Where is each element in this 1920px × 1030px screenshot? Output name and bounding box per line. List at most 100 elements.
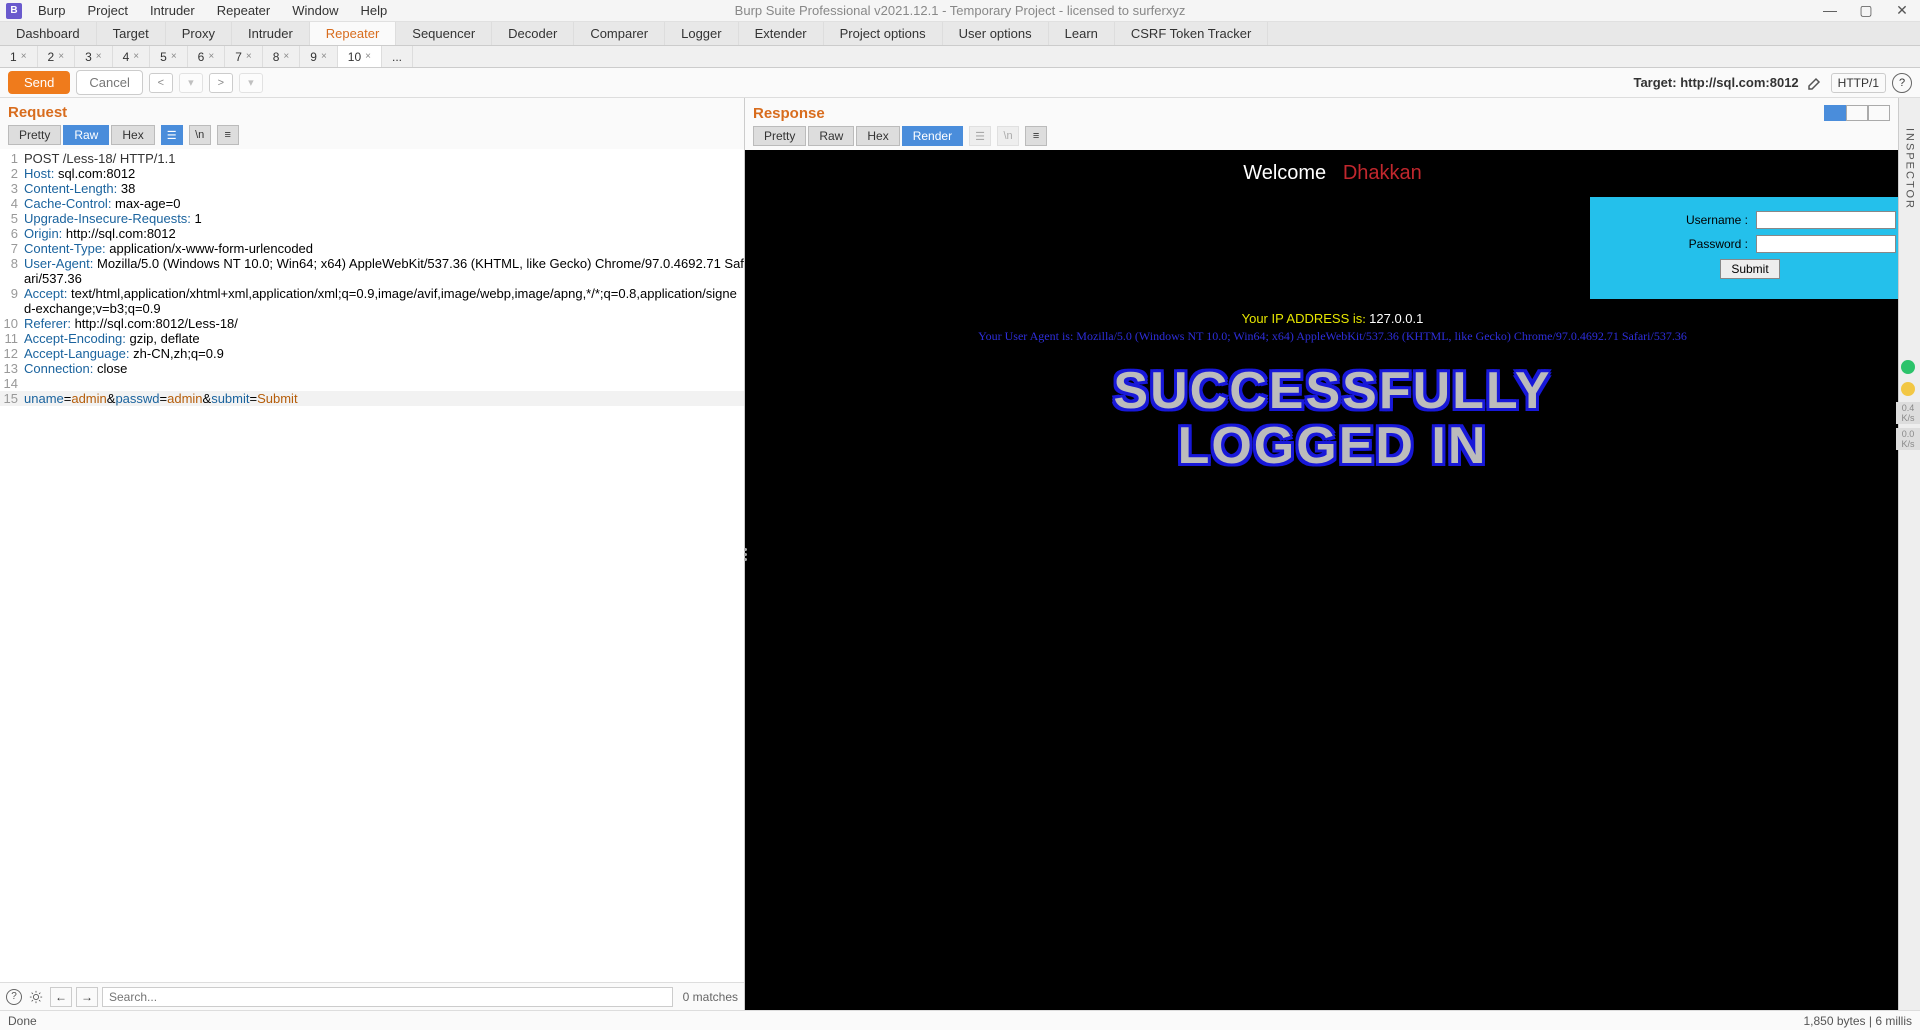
repeater-tab-1[interactable]: 1 ×: [0, 46, 38, 67]
minimize-icon[interactable]: —: [1812, 2, 1848, 19]
maximize-icon[interactable]: ▢: [1848, 2, 1884, 19]
request-line[interactable]: 13Connection: close: [0, 361, 744, 376]
main-tab-proxy[interactable]: Proxy: [166, 22, 232, 45]
request-line[interactable]: 7Content-Type: application/x-www-form-ur…: [0, 241, 744, 256]
request-line[interactable]: 9Accept: text/html,application/xhtml+xml…: [0, 286, 744, 316]
request-view-pretty[interactable]: Pretty: [8, 125, 61, 145]
request-newline-icon[interactable]: \n: [189, 125, 211, 145]
repeater-tab-8[interactable]: 8 ×: [263, 46, 301, 67]
main-tab-comparer[interactable]: Comparer: [574, 22, 665, 45]
close-tab-icon[interactable]: ×: [321, 51, 327, 62]
close-icon[interactable]: ✕: [1884, 2, 1920, 19]
close-tab-icon[interactable]: ×: [283, 51, 289, 62]
search-prev-button[interactable]: ←: [50, 987, 72, 1007]
layout-split-vertical-icon[interactable]: [1824, 105, 1846, 121]
response-actions-icon: ☰: [969, 126, 991, 146]
repeater-tab-10[interactable]: 10 ×: [338, 46, 382, 67]
request-line[interactable]: 10Referer: http://sql.com:8012/Less-18/: [0, 316, 744, 331]
close-tab-icon[interactable]: ×: [21, 51, 27, 62]
main-tab-project-options[interactable]: Project options: [824, 22, 943, 45]
close-tab-icon[interactable]: ×: [246, 51, 252, 62]
request-view-raw[interactable]: Raw: [63, 125, 109, 145]
repeater-tab-9[interactable]: 9 ×: [300, 46, 338, 67]
main-tab-target[interactable]: Target: [97, 22, 166, 45]
repeater-tab-4[interactable]: 4 ×: [113, 46, 151, 67]
main-tab-dashboard[interactable]: Dashboard: [0, 22, 97, 45]
response-menu-icon[interactable]: ≡: [1025, 126, 1047, 146]
request-line[interactable]: 6Origin: http://sql.com:8012: [0, 226, 744, 241]
request-line[interactable]: 11Accept-Encoding: gzip, deflate: [0, 331, 744, 346]
close-tab-icon[interactable]: ×: [365, 51, 371, 62]
main-tab-sequencer[interactable]: Sequencer: [396, 22, 492, 45]
request-line[interactable]: 2Host: sql.com:8012: [0, 166, 744, 181]
main-tab-logger[interactable]: Logger: [665, 22, 738, 45]
repeater-tab-6[interactable]: 6 ×: [188, 46, 226, 67]
response-view-render[interactable]: Render: [902, 126, 963, 146]
response-view-hex[interactable]: Hex: [856, 126, 899, 146]
close-tab-icon[interactable]: ×: [58, 51, 64, 62]
search-settings-icon[interactable]: [26, 987, 46, 1007]
request-line[interactable]: 12Accept-Language: zh-CN,zh;q=0.9: [0, 346, 744, 361]
send-button[interactable]: Send: [8, 71, 70, 94]
menu-intruder[interactable]: Intruder: [140, 1, 205, 20]
cancel-button[interactable]: Cancel: [76, 70, 142, 95]
request-view-hex[interactable]: Hex: [111, 125, 154, 145]
password-input[interactable]: [1756, 235, 1896, 253]
request-editor[interactable]: 1POST /Less-18/ HTTP/1.12Host: sql.com:8…: [0, 149, 744, 982]
search-help-icon[interactable]: ?: [6, 989, 22, 1005]
search-next-button[interactable]: →: [76, 987, 98, 1007]
request-line[interactable]: 14: [0, 376, 744, 391]
menu-burp[interactable]: Burp: [28, 1, 75, 20]
help-icon[interactable]: ?: [1892, 73, 1912, 93]
main-tab-csrf-token-tracker[interactable]: CSRF Token Tracker: [1115, 22, 1268, 45]
close-tab-icon[interactable]: ×: [96, 51, 102, 62]
login-submit-button[interactable]: Submit: [1720, 259, 1779, 279]
protocol-toggle[interactable]: HTTP/1: [1831, 73, 1886, 93]
username-label: Username :: [1686, 213, 1748, 227]
menu-repeater[interactable]: Repeater: [207, 1, 280, 20]
repeater-tab-2[interactable]: 2 ×: [38, 46, 76, 67]
split-handle[interactable]: [741, 534, 749, 574]
request-line[interactable]: 1POST /Less-18/ HTTP/1.1: [0, 151, 744, 166]
history-forward-dropdown[interactable]: ▾: [239, 73, 263, 93]
repeater-tab-7[interactable]: 7 ×: [225, 46, 263, 67]
menu-help[interactable]: Help: [350, 1, 397, 20]
request-actions-icon[interactable]: ☰: [161, 125, 183, 145]
history-back-dropdown[interactable]: ▾: [179, 73, 203, 93]
request-line[interactable]: 4Cache-Control: max-age=0: [0, 196, 744, 211]
layout-toggle[interactable]: [1824, 105, 1890, 121]
close-tab-icon[interactable]: ×: [208, 51, 214, 62]
split-container: Request Pretty Raw Hex ☰ \n ≡ 1POST /Les…: [0, 98, 1920, 1010]
repeater-tab-5[interactable]: 5 ×: [150, 46, 188, 67]
response-newline-icon: \n: [997, 126, 1019, 146]
main-tab-repeater[interactable]: Repeater: [310, 22, 396, 45]
password-label: Password :: [1689, 237, 1748, 251]
layout-split-horizontal-icon[interactable]: [1846, 105, 1868, 121]
repeater-tab-3[interactable]: 3 ×: [75, 46, 113, 67]
request-line[interactable]: 5Upgrade-Insecure-Requests: 1: [0, 211, 744, 226]
response-view-pretty[interactable]: Pretty: [753, 126, 806, 146]
main-tab-user-options[interactable]: User options: [943, 22, 1049, 45]
response-view-raw[interactable]: Raw: [808, 126, 854, 146]
username-input[interactable]: [1756, 211, 1896, 229]
menu-window[interactable]: Window: [282, 1, 348, 20]
close-tab-icon[interactable]: ×: [171, 51, 177, 62]
edit-target-icon[interactable]: [1805, 73, 1825, 93]
history-back-button[interactable]: <: [149, 73, 173, 93]
layout-tabs-icon[interactable]: [1868, 105, 1890, 121]
inspector-sidebar[interactable]: INSPECTOR: [1898, 98, 1920, 1010]
main-tab-intruder[interactable]: Intruder: [232, 22, 310, 45]
request-menu-icon[interactable]: ≡: [217, 125, 239, 145]
request-line[interactable]: 8User-Agent: Mozilla/5.0 (Windows NT 10.…: [0, 256, 744, 286]
request-body-line[interactable]: 15uname=admin&passwd=admin&submit=Submit: [0, 391, 744, 406]
main-tab-learn[interactable]: Learn: [1049, 22, 1115, 45]
menu-project[interactable]: Project: [77, 1, 137, 20]
close-tab-icon[interactable]: ×: [133, 51, 139, 62]
main-tab-decoder[interactable]: Decoder: [492, 22, 574, 45]
login-form: Username : Password : Submit: [1590, 197, 1910, 299]
search-input[interactable]: [102, 987, 673, 1007]
history-forward-button[interactable]: >: [209, 73, 233, 93]
main-tab-extender[interactable]: Extender: [739, 22, 824, 45]
request-line[interactable]: 3Content-Length: 38: [0, 181, 744, 196]
repeater-tab-more[interactable]: ...: [382, 46, 413, 67]
